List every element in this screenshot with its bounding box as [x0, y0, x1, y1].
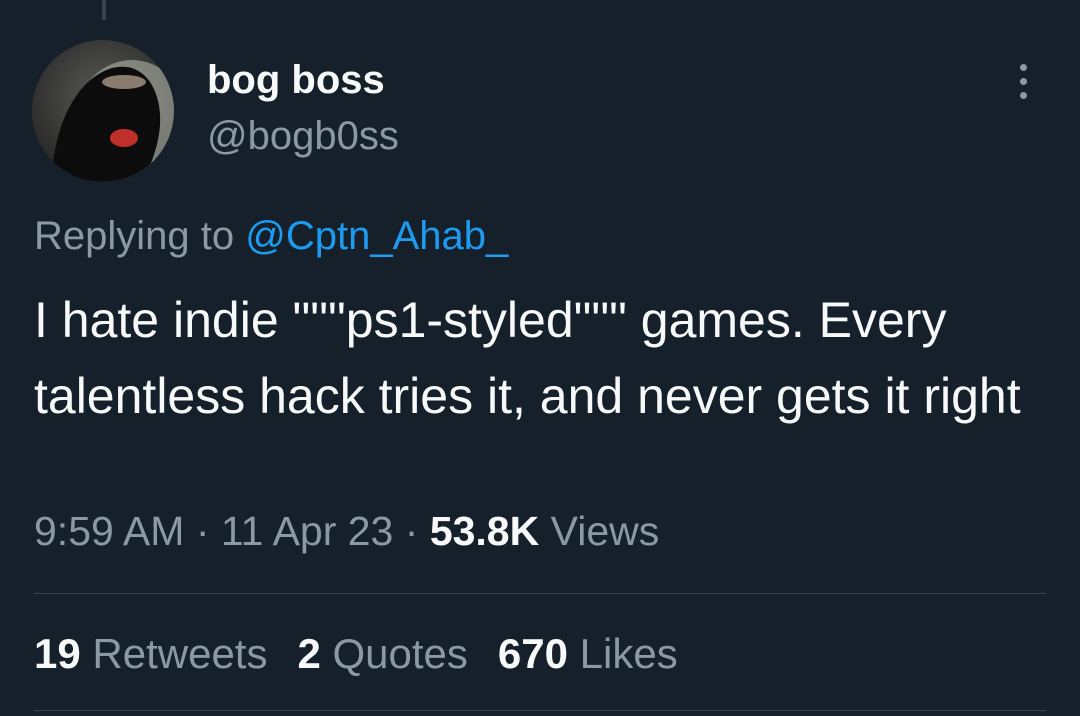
- quotes-count: 2: [297, 630, 321, 677]
- divider: [34, 593, 1046, 594]
- engagement-stats: 19 Retweets 2 Quotes 670 Likes: [34, 630, 708, 678]
- reply-to-handle-link[interactable]: @Cptn_Ahab_: [245, 214, 508, 258]
- quotes-label: Quotes: [332, 630, 468, 677]
- tweet-time[interactable]: 9:59 AM: [34, 508, 184, 554]
- replying-to-prefix: Replying to: [34, 214, 246, 258]
- avatar-image: [32, 40, 174, 182]
- meta-separator: ·: [184, 508, 221, 554]
- replying-to: Replying to @Cptn_Ahab_: [34, 214, 508, 259]
- thread-connector-line: [102, 0, 106, 20]
- avatar[interactable]: [32, 40, 174, 182]
- divider: [34, 710, 1046, 711]
- tweet-text: I hate indie """ps1-styled""" games. Eve…: [34, 292, 1021, 424]
- retweets-count: 19: [34, 630, 81, 677]
- views-count: 53.8K: [429, 508, 540, 554]
- views-label: Views: [550, 508, 660, 554]
- meta-separator: ·: [393, 508, 430, 554]
- tweet-meta: 9:59 AM · 11 Apr 23 · 53.8K Views: [34, 508, 659, 555]
- handle[interactable]: @bogb0ss: [207, 114, 399, 159]
- retweets-stat[interactable]: 19 Retweets: [34, 630, 267, 678]
- more-options-button[interactable]: [1006, 60, 1042, 104]
- retweets-label: Retweets: [92, 630, 268, 677]
- likes-stat[interactable]: 670 Likes: [498, 630, 678, 678]
- display-name[interactable]: bog boss: [207, 58, 385, 103]
- quotes-stat[interactable]: 2 Quotes: [297, 630, 467, 678]
- likes-label: Likes: [579, 630, 678, 677]
- tweet-date[interactable]: 11 Apr 23: [221, 508, 394, 554]
- likes-count: 670: [497, 630, 568, 677]
